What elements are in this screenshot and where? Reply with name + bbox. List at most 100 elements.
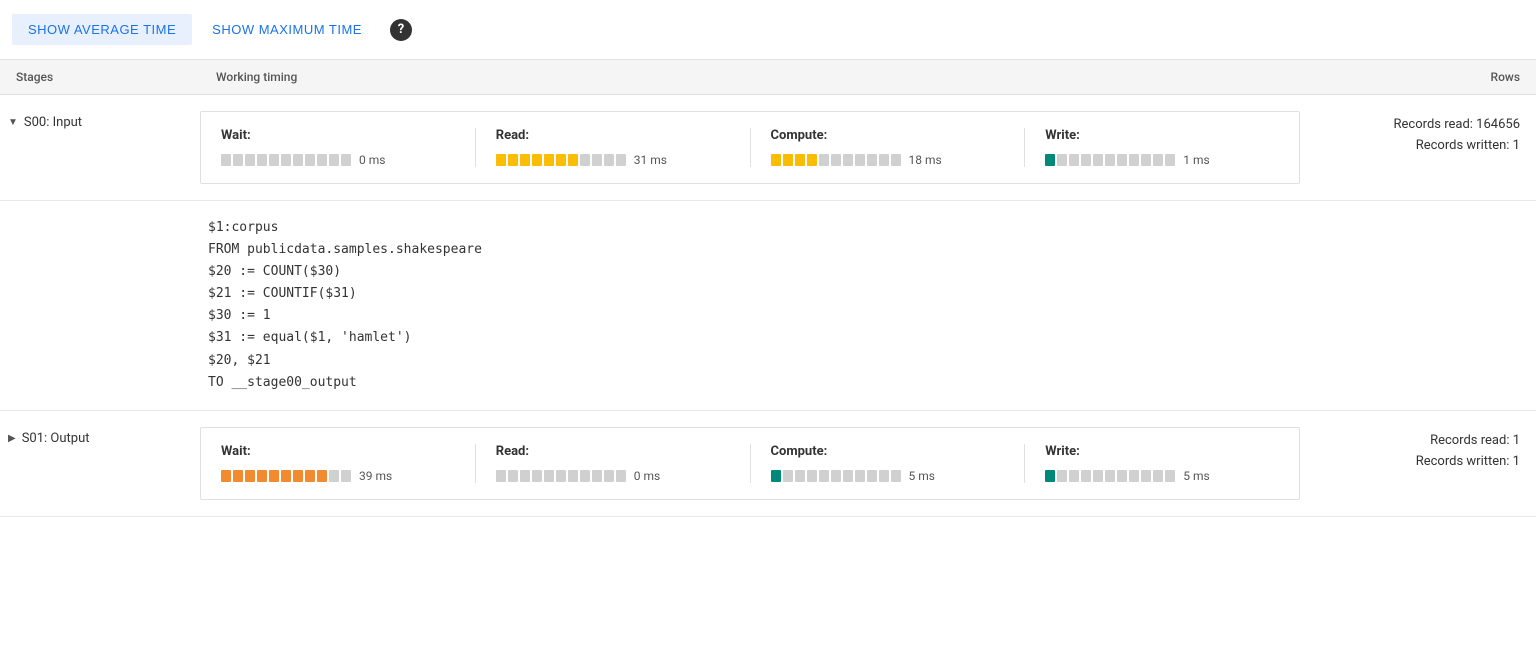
s00-wait-value: 0 ms — [359, 153, 385, 167]
bar-seg — [221, 154, 231, 166]
bar-seg — [1057, 470, 1067, 482]
stage-s01-header-row: ▶ S01: Output Wait: — [0, 411, 1536, 516]
s00-write-bar — [1045, 154, 1175, 166]
stage-s01-label[interactable]: ▶ S01: Output — [8, 427, 200, 446]
bar-seg — [305, 470, 315, 482]
s00-timing-card: Wait: 0 ms — [200, 111, 1300, 184]
s01-write-label: Write: — [1045, 444, 1279, 459]
stage-s00-header-row: ▼ S00: Input Wait: — [0, 95, 1536, 200]
bar-seg — [245, 470, 255, 482]
s01-chevron[interactable]: ▶ — [8, 433, 16, 444]
s00-compute-label: Compute: — [771, 128, 1005, 143]
bar-seg — [616, 154, 626, 166]
s00-wait-section: Wait: 0 ms — [221, 128, 476, 167]
bar-seg — [831, 154, 841, 166]
s01-compute-section: Compute: 5 ms — [771, 444, 1026, 483]
bar-seg — [783, 470, 793, 482]
s01-compute-bar — [771, 470, 901, 482]
s00-wait-bar-row: 0 ms — [221, 153, 455, 167]
s01-label-text: S01: Output — [22, 431, 90, 446]
bar-seg — [496, 470, 506, 482]
stage-s01-section: ▶ S01: Output Wait: — [0, 411, 1536, 517]
bar-seg — [221, 470, 231, 482]
bar-seg — [520, 154, 530, 166]
bar-seg — [891, 470, 901, 482]
bar-seg — [604, 470, 614, 482]
bar-seg — [1141, 470, 1151, 482]
code-line-5: $30 := 1 — [208, 305, 1520, 327]
bar-seg — [1165, 154, 1175, 166]
bar-seg — [532, 154, 542, 166]
bar-seg — [843, 154, 853, 166]
bar-seg — [269, 154, 279, 166]
s00-label-text: S00: Input — [24, 115, 82, 130]
bar-seg — [1093, 154, 1103, 166]
s00-write-value: 1 ms — [1183, 153, 1209, 167]
s01-read-label: Read: — [496, 444, 730, 459]
bar-seg — [867, 470, 877, 482]
s01-write-section: Write: 5 ms — [1045, 444, 1279, 483]
bar-seg — [771, 470, 781, 482]
s01-compute-value: 5 ms — [909, 469, 935, 483]
bar-seg — [556, 154, 566, 166]
bar-seg — [233, 154, 243, 166]
show-maximum-time-button[interactable]: SHOW MAXIMUM TIME — [196, 14, 378, 45]
help-icon[interactable]: ? — [390, 19, 412, 41]
code-line-1: $1:corpus — [208, 217, 1520, 239]
stage-s00-label[interactable]: ▼ S00: Input — [8, 111, 200, 130]
s00-write-label: Write: — [1045, 128, 1279, 143]
column-headers: Stages Working timing Rows — [0, 60, 1536, 95]
s01-wait-section: Wait: 39 ms — [221, 444, 476, 483]
bar-seg — [281, 470, 291, 482]
bar-seg — [508, 470, 518, 482]
s01-read-bar-row: 0 ms — [496, 469, 730, 483]
bar-seg — [245, 154, 255, 166]
s00-read-label: Read: — [496, 128, 730, 143]
bar-seg — [257, 154, 267, 166]
stage-s00-section: ▼ S00: Input Wait: — [0, 95, 1536, 201]
bar-seg — [819, 154, 829, 166]
bar-seg — [1081, 470, 1091, 482]
show-average-time-button[interactable]: SHOW AVERAGE TIME — [12, 14, 192, 45]
bar-seg — [795, 470, 805, 482]
bar-seg — [1081, 154, 1091, 166]
bar-seg — [1057, 154, 1067, 166]
bar-seg — [1153, 470, 1163, 482]
s00-read-bar — [496, 154, 626, 166]
bar-seg — [281, 154, 291, 166]
bar-seg — [544, 470, 554, 482]
bar-seg — [807, 470, 817, 482]
bar-seg — [568, 470, 578, 482]
s01-write-bar-row: 5 ms — [1045, 469, 1279, 483]
s01-read-value: 0 ms — [634, 469, 660, 483]
s01-wait-value: 39 ms — [359, 469, 392, 483]
bar-seg — [508, 154, 518, 166]
stages-column-header: Stages — [16, 70, 216, 84]
bar-seg — [544, 154, 554, 166]
bar-seg — [329, 470, 339, 482]
bar-seg — [867, 154, 877, 166]
bar-seg — [843, 470, 853, 482]
code-line-2: FROM publicdata.samples.shakespeare — [208, 239, 1520, 261]
bar-seg — [831, 470, 841, 482]
bar-seg — [305, 154, 315, 166]
code-line-6: $31 := equal($1, 'hamlet') — [208, 327, 1520, 349]
s00-write-bar-row: 1 ms — [1045, 153, 1279, 167]
s00-read-value: 31 ms — [634, 153, 667, 167]
code-line-8: TO __stage00_output — [208, 372, 1520, 394]
bar-seg — [1093, 470, 1103, 482]
bar-seg — [1117, 470, 1127, 482]
bar-seg — [532, 470, 542, 482]
bar-seg — [795, 154, 805, 166]
s00-compute-bar-row: 18 ms — [771, 153, 1005, 167]
bar-seg — [580, 154, 590, 166]
s00-chevron[interactable]: ▼ — [8, 117, 18, 128]
bar-seg — [568, 154, 578, 166]
bar-seg — [616, 470, 626, 482]
bar-seg — [329, 154, 339, 166]
code-line-3: $20 := COUNT($30) — [208, 261, 1520, 283]
bar-seg — [556, 470, 566, 482]
bar-seg — [592, 154, 602, 166]
s01-wait-label: Wait: — [221, 444, 455, 459]
bar-seg — [855, 470, 865, 482]
